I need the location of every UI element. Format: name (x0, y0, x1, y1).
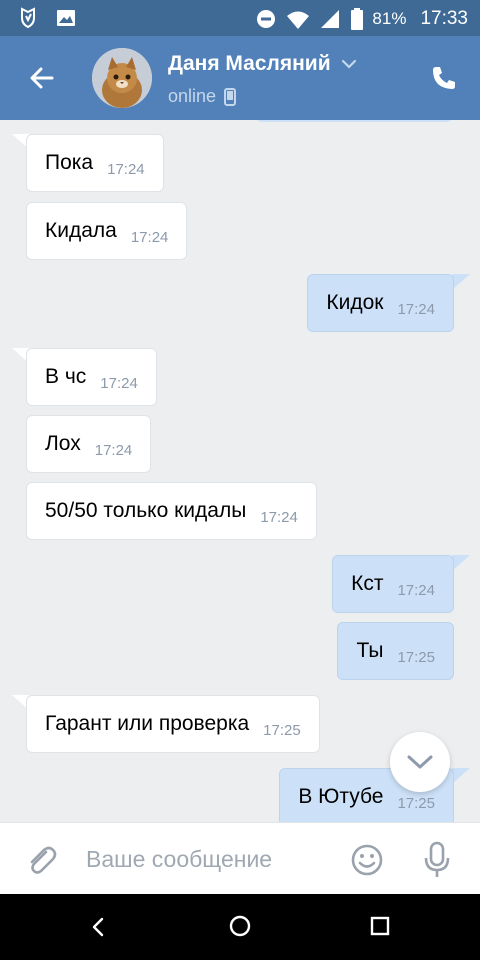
contact-name[interactable]: Даня Масляний (168, 52, 331, 76)
message-text: Пока (45, 151, 94, 174)
message-incoming[interactable]: Кидала 17:24 (26, 202, 188, 260)
nav-recent-apps-icon[interactable] (370, 916, 390, 936)
clock: 17:33 (420, 8, 468, 29)
clipped-outgoing-message (254, 120, 454, 122)
message-incoming[interactable]: Лох 17:24 (26, 415, 152, 473)
message-text: 50/50 только кидалы (45, 499, 247, 522)
dnd-icon (257, 10, 276, 28)
status-bar: 81% 17:33 (0, 0, 480, 36)
message-incoming[interactable]: Пока 17:24 (26, 134, 164, 192)
message-text: Кидала (45, 219, 117, 242)
message-incoming[interactable]: Гарант или проверка 17:25 (26, 695, 320, 753)
microphone-icon[interactable] (422, 841, 452, 879)
back-arrow-icon[interactable] (26, 62, 58, 94)
message-list[interactable]: Пока 17:24 Кидала 17:24 Кидок 17:24 В чс… (0, 120, 480, 822)
bubble-tail (452, 274, 470, 290)
gallery-icon (57, 10, 75, 26)
battery-percent: 81% (372, 9, 407, 28)
bubble-tail (452, 555, 470, 571)
mobile-device-icon (224, 87, 237, 106)
message-time: 17:24 (100, 374, 138, 392)
message-text: Ты (356, 639, 384, 662)
avatar[interactable] (92, 48, 152, 108)
message-time: 17:25 (397, 794, 435, 812)
message-time: 17:24 (260, 508, 298, 526)
presence-row: online (168, 86, 237, 107)
message-time: 17:24 (94, 441, 133, 459)
message-time: 17:24 (397, 581, 435, 599)
message-time: 17:24 (397, 300, 435, 318)
title-row[interactable]: Даня Масляний (168, 52, 357, 76)
conversation-header: Даня Масляний online (0, 36, 480, 120)
scroll-to-bottom-button[interactable] (390, 732, 450, 792)
chevron-down-icon (407, 755, 433, 769)
phone-call-icon[interactable] (430, 64, 458, 92)
battery-icon (351, 8, 364, 30)
message-outgoing[interactable]: Кст 17:24 (332, 555, 454, 613)
message-incoming[interactable]: В чс 17:24 (26, 348, 157, 406)
notification-icon (21, 7, 35, 29)
chevron-down-icon[interactable] (341, 56, 357, 72)
message-incoming[interactable]: 50/50 только кидалы 17:24 (26, 482, 317, 540)
message-time: 17:25 (263, 721, 301, 739)
message-text: Кст (351, 572, 384, 595)
message-time: 17:24 (130, 228, 169, 246)
message-composer (0, 822, 480, 894)
paperclip-icon[interactable] (24, 843, 58, 877)
message-text: В Ютубе (298, 785, 384, 808)
online-status: online (168, 86, 217, 106)
message-outgoing[interactable]: Кидок 17:24 (307, 274, 454, 332)
message-time: 17:25 (397, 648, 435, 666)
message-time: 17:24 (107, 160, 145, 178)
nav-home-icon[interactable] (228, 914, 252, 938)
wifi-icon (287, 11, 310, 29)
emoji-icon[interactable] (350, 843, 384, 877)
message-outgoing[interactable]: Ты 17:25 (337, 622, 454, 680)
bubble-tail (452, 768, 470, 784)
message-input[interactable] (86, 841, 326, 877)
system-navigation-bar (0, 894, 480, 960)
message-text: Кидок (326, 291, 384, 314)
message-text: Гарант или проверка (45, 712, 250, 735)
nav-back-icon[interactable] (88, 916, 108, 938)
message-text: Лох (45, 432, 81, 455)
cat-avatar-image (92, 48, 152, 108)
signal-icon (321, 10, 340, 28)
message-text: В чс (45, 365, 87, 388)
